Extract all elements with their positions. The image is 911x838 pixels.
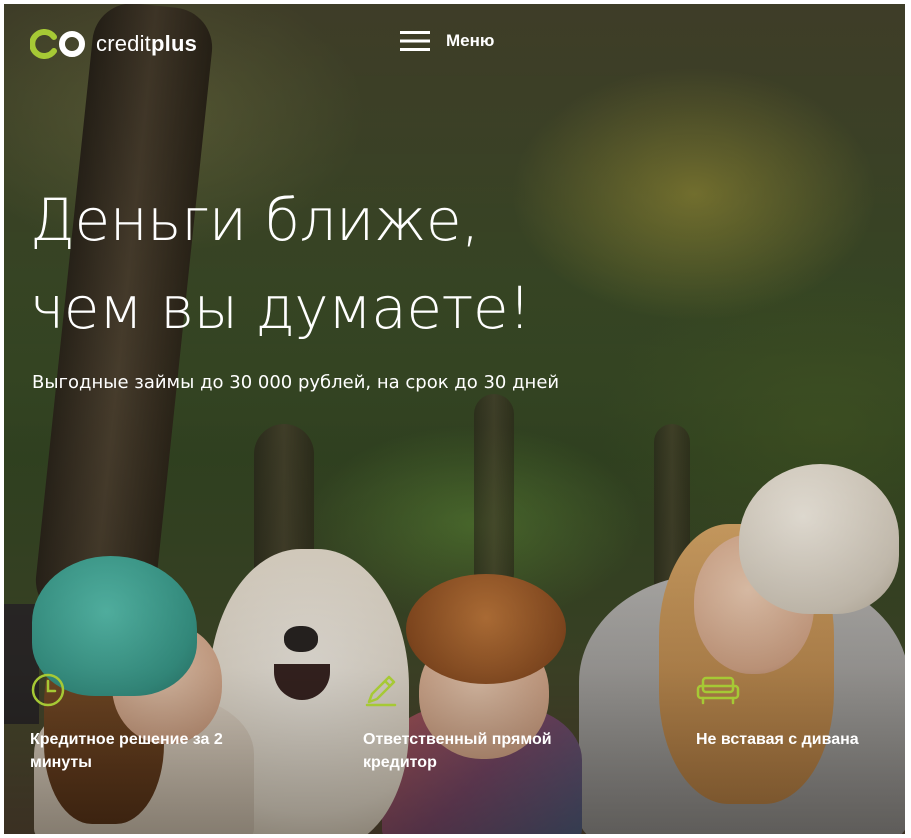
creditplus-logo[interactable]: creditplus xyxy=(30,28,197,60)
hamburger-icon xyxy=(400,31,430,51)
feature-quick-decision: Кредитное решение за 2 минуты xyxy=(30,672,260,774)
pencil-icon xyxy=(365,675,397,707)
page: creditplus Меню Деньги ближе, чем вы дум… xyxy=(0,0,911,838)
sofa-icon xyxy=(696,676,740,705)
logo-text: creditplus xyxy=(96,33,197,55)
headline-line-1: Деньги ближе, xyxy=(30,186,480,254)
menu-button[interactable]: Меню xyxy=(400,28,494,54)
logo-mark-icon xyxy=(30,29,85,59)
hero-headline: Деньги ближе, чем вы думаете! xyxy=(30,176,730,352)
feature-text: Кредитное решение за 2 минуты xyxy=(30,731,223,771)
feature-text: Ответственный прямой кредитор xyxy=(363,731,552,771)
feature-text: Не вставая с дивана xyxy=(696,731,859,748)
site-header: creditplus Меню xyxy=(0,0,911,80)
feature-from-sofa: Не вставая с дивана xyxy=(696,672,911,751)
headline-line-2: чем вы думаете! xyxy=(30,274,531,342)
clock-icon xyxy=(31,673,65,707)
logo-word-credit: credit xyxy=(96,31,151,56)
feature-direct-lender: Ответственный прямой кредитор xyxy=(363,672,593,774)
logo-word-plus: plus xyxy=(151,31,198,56)
menu-label: Меню xyxy=(446,31,495,50)
hero-subline: Выгодные займы до 30 000 рублей, на срок… xyxy=(32,372,560,393)
